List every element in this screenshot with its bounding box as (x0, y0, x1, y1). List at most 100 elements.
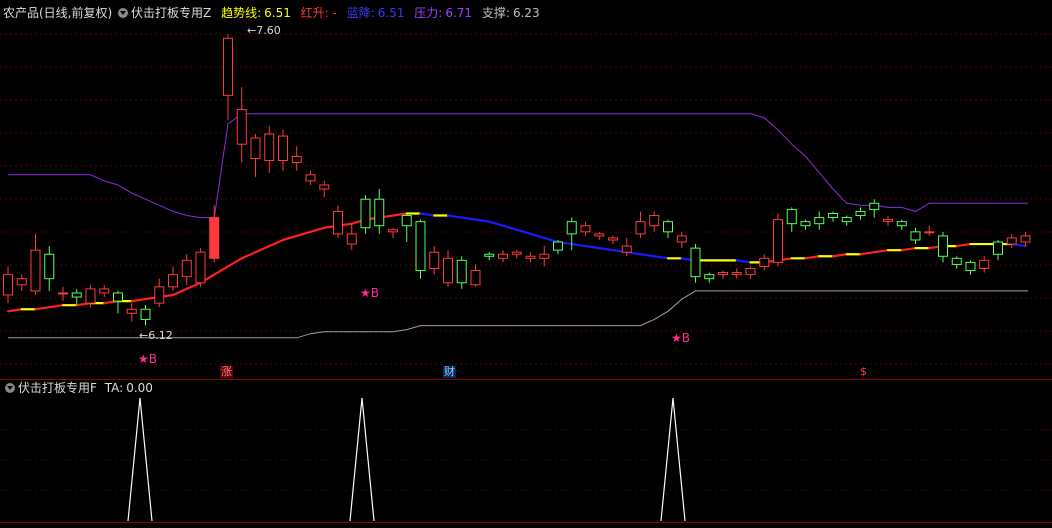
candle (319, 180, 330, 198)
candle-body (704, 274, 715, 280)
sub-grid (0, 429, 1052, 491)
candle (126, 303, 137, 322)
candle (910, 227, 921, 245)
candle-body (16, 278, 27, 286)
panel-separator-bottom (0, 522, 1052, 523)
candle (938, 231, 948, 263)
candle (30, 233, 41, 295)
candle (814, 211, 825, 230)
candle-body (278, 135, 288, 162)
candle (635, 211, 646, 238)
candle-body (44, 253, 55, 280)
trend-segment (309, 226, 326, 233)
candle-body (209, 217, 220, 259)
candle (374, 189, 385, 234)
trend-segment (213, 265, 230, 276)
trend-segment (268, 238, 285, 248)
candle (456, 256, 467, 289)
trend-segment (543, 236, 560, 244)
trend-segment (515, 228, 532, 235)
candle (993, 239, 1003, 261)
candle-body (883, 219, 893, 223)
candle (773, 213, 783, 267)
candle-body (924, 231, 935, 234)
candle (745, 266, 756, 279)
candle-body (181, 259, 192, 278)
candle (181, 254, 192, 285)
support-label: 支撑: (481, 6, 510, 20)
candle (388, 227, 398, 238)
candle (1006, 233, 1017, 249)
candle-body (635, 221, 646, 235)
event-dollar-marker[interactable]: $ (860, 366, 867, 378)
candle (140, 305, 151, 326)
price-chart (0, 33, 1052, 522)
sub-indicator-menu-icon[interactable] (5, 383, 15, 393)
candle-body (456, 259, 467, 284)
trend-segment (570, 242, 587, 248)
candle-body (869, 202, 880, 210)
trend-segment (955, 242, 972, 248)
candle (99, 284, 110, 298)
candle-body (319, 184, 330, 190)
sub-indicator-name[interactable]: 伏击打板专用F (18, 381, 97, 395)
candle (223, 34, 233, 120)
candle-body (195, 251, 206, 284)
candle-body (993, 241, 1003, 255)
trend-segment (446, 214, 463, 219)
candle (415, 219, 426, 279)
candle-body (553, 241, 563, 251)
candle (965, 260, 976, 275)
candle-body (3, 274, 13, 296)
stock-name[interactable]: 农产品(日线,前复权) (3, 6, 112, 20)
candle (278, 129, 288, 171)
trend-segment (185, 281, 202, 290)
candle (484, 252, 495, 261)
candle (305, 170, 316, 185)
indicator-name[interactable]: 伏击打板专用Z (131, 6, 211, 20)
candle (786, 207, 797, 232)
candle-body (346, 233, 357, 245)
high-price-annotation: ←7.60 (247, 24, 281, 37)
candle (594, 231, 605, 240)
trend-segment (859, 251, 876, 256)
trend-segment (488, 220, 505, 227)
candle (828, 211, 838, 222)
buy-marker-3: ★B (671, 331, 690, 345)
trend-segment (900, 247, 917, 252)
candle-body (401, 215, 412, 227)
trend-segment (254, 244, 271, 254)
candle (333, 205, 343, 238)
blue-down-value: 6.51 (377, 6, 405, 20)
trend-segment (653, 255, 670, 260)
candle-body (223, 37, 233, 96)
panel-separator-top (0, 379, 1052, 380)
candle (841, 215, 852, 226)
candle-body (539, 253, 550, 259)
trend-segment (735, 259, 752, 264)
event-cai-marker[interactable]: 财 (443, 366, 456, 378)
buy-marker-2: ★B (360, 286, 379, 300)
candle-body (30, 249, 41, 292)
candle-body (773, 219, 783, 263)
candle-body (470, 270, 481, 286)
candle (525, 252, 536, 263)
low-price-annotation: ←6.12 (139, 329, 173, 342)
pressure-value: 6.71 (445, 6, 473, 20)
candle (16, 274, 27, 291)
candle-body (250, 137, 261, 159)
trend-segment (240, 251, 257, 260)
indicator-menu-icon[interactable] (118, 8, 129, 18)
ta-value: 0.00 (126, 381, 153, 395)
candle (58, 286, 68, 302)
candlestick-series[interactable] (3, 34, 1031, 326)
candle (883, 215, 893, 226)
candle-body (85, 288, 96, 304)
candle-body (525, 255, 536, 259)
blue-down-label: 蓝降: (346, 6, 375, 20)
candle-body (333, 210, 343, 235)
candle (580, 221, 591, 236)
candle-body (786, 208, 797, 225)
event-zhang-marker[interactable]: 涨 (220, 366, 233, 378)
candle-body (731, 272, 742, 276)
